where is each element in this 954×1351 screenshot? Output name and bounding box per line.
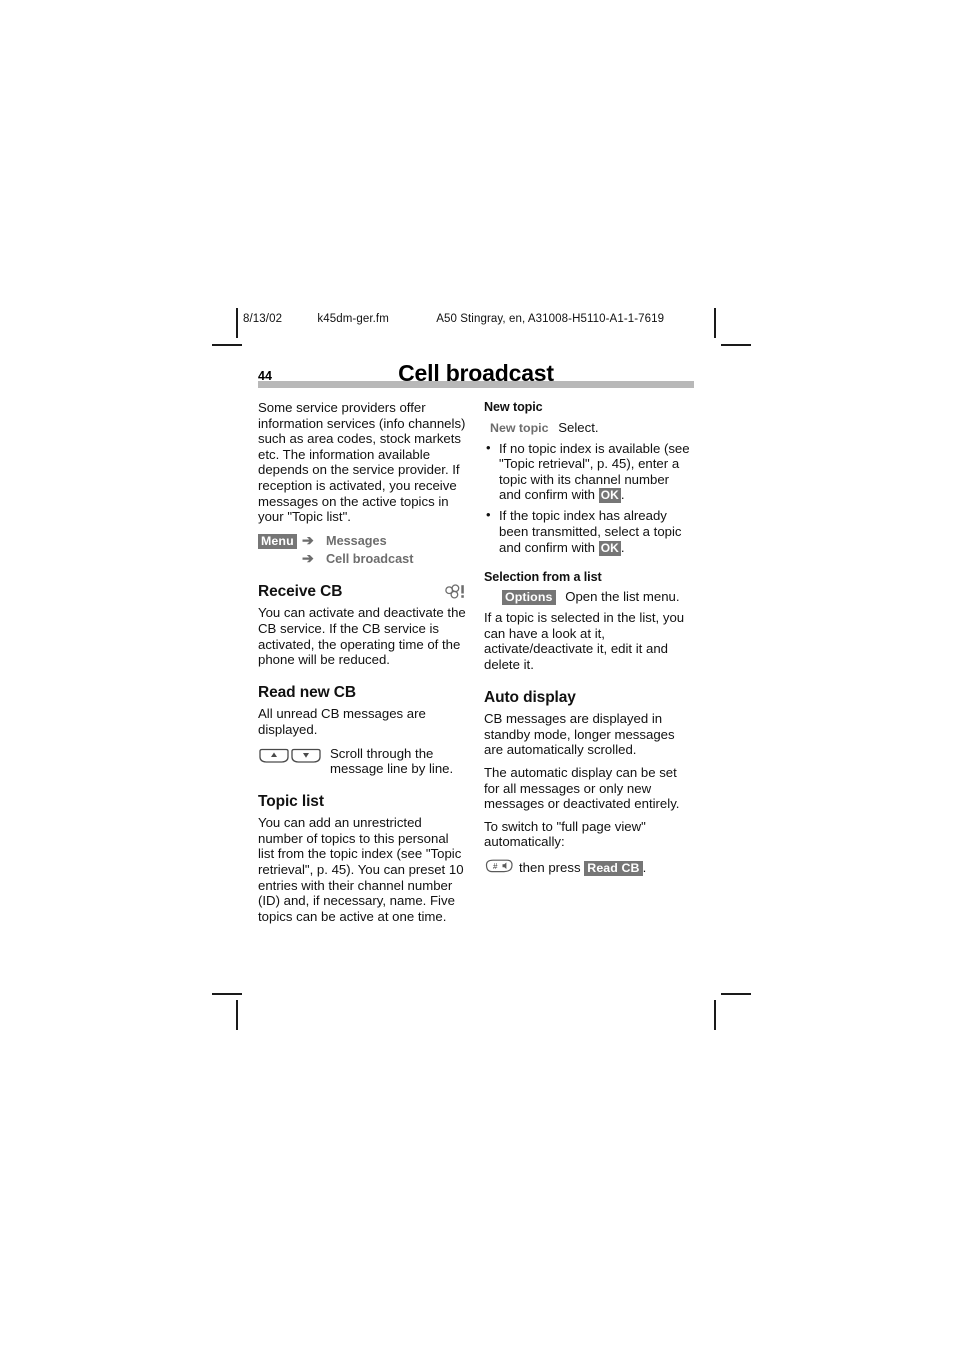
crop-mark-top-left-vertical bbox=[236, 308, 238, 338]
ok-chip-1[interactable]: OK bbox=[598, 488, 621, 504]
rocker-key-up-down-icon[interactable] bbox=[258, 746, 330, 769]
running-header-filename: k45dm-ger.fm bbox=[317, 313, 389, 325]
topic-list-body: You can add an unrestricted number of to… bbox=[258, 815, 464, 924]
section-heading-read-new-cb-label: Read new CB bbox=[258, 683, 356, 701]
right-column: New topic New topic Select. If no topic … bbox=[484, 400, 692, 878]
section-heading-receive-cb-label: Receive CB bbox=[258, 582, 343, 600]
arrow-right-icon-2: ➔ bbox=[302, 549, 314, 566]
menu-softkey-cell: Menu bbox=[258, 533, 302, 549]
bullet-2-text-before: If the topic index has already been tran… bbox=[499, 508, 682, 555]
section-heading-receive-cb: Receive CB bbox=[258, 582, 466, 600]
crop-mark-bottom-left-vertical bbox=[236, 1000, 238, 1030]
crop-mark-top-right-horizontal bbox=[721, 344, 751, 346]
svg-text:#: # bbox=[493, 862, 498, 871]
bullet-1-text-after: . bbox=[620, 487, 625, 503]
hash-key-icon[interactable]: # bbox=[484, 858, 514, 879]
crop-mark-top-left-horizontal bbox=[212, 344, 242, 346]
options-chip[interactable]: Options bbox=[502, 590, 556, 606]
new-topic-softkey-action: Select. bbox=[558, 419, 599, 435]
auto-display-paragraph-3: To switch to "full page view" automatica… bbox=[484, 818, 646, 850]
auto-display-key-line: # then press Read CB. bbox=[484, 858, 692, 879]
new-topic-softkey-line: New topic Select. bbox=[484, 420, 692, 436]
crop-mark-bottom-right-vertical bbox=[714, 1000, 716, 1030]
read-new-cb-body: All unread CB messages are displayed. bbox=[258, 706, 426, 737]
auto-display-key-description: then press Read CB. bbox=[519, 860, 647, 877]
auto-display-paragraph-1: CB messages are displayed in standby mod… bbox=[484, 711, 675, 758]
list-item: If no topic index is available (see "Top… bbox=[484, 440, 692, 504]
crop-mark-bottom-right-horizontal bbox=[721, 993, 751, 995]
running-header-date: 8/13/02 bbox=[243, 313, 283, 325]
section-heading-read-new-cb: Read new CB bbox=[258, 683, 466, 701]
crop-mark-top-right-vertical bbox=[714, 308, 716, 338]
bullet-1-text-before: If no topic index is available (see "Top… bbox=[499, 440, 690, 503]
read-new-cb-key-row: Scroll through the message line by line. bbox=[258, 746, 466, 777]
section-heading-topic-list-label: Topic list bbox=[258, 792, 324, 810]
options-softkey-line: Options Open the list menu. bbox=[484, 589, 692, 606]
section-heading-topic-list: Topic list bbox=[258, 792, 466, 810]
subsection-heading-new-topic: New topic bbox=[484, 400, 543, 414]
receive-cb-body: You can activate and deactivate the CB s… bbox=[258, 605, 466, 668]
left-column: Some service providers offer information… bbox=[258, 400, 466, 924]
ok-chip-2[interactable]: OK bbox=[598, 540, 621, 556]
arrow-right-icon: ➔ bbox=[302, 531, 314, 548]
running-header-doc-id: A50 Stingray, en, A31008-H5110-A1-1-7619 bbox=[436, 313, 665, 325]
menu-item-messages[interactable]: Messages bbox=[326, 533, 387, 549]
selection-from-list-body: If a topic is selected in the list, you … bbox=[484, 610, 685, 672]
section-heading-auto-display-label: Auto display bbox=[484, 688, 576, 706]
section-heading-auto-display: Auto display bbox=[484, 688, 692, 706]
read-new-cb-key-description: Scroll through the message line by line. bbox=[330, 745, 454, 777]
read-cb-chip[interactable]: Read CB bbox=[584, 861, 643, 877]
then-press-text: then press bbox=[519, 860, 581, 876]
subsection-heading-selection-from-list: Selection from a list bbox=[484, 569, 602, 584]
running-header: 8/13/02 k45dm-ger.fm A50 Stingray, en, A… bbox=[243, 313, 703, 325]
title-rule bbox=[258, 381, 694, 388]
list-item: If the topic index has already been tran… bbox=[484, 507, 692, 556]
intro-paragraph: Some service providers offer information… bbox=[258, 400, 466, 525]
menu-path: Menu ➔ Messages ➔ Cell broadcast bbox=[258, 531, 466, 567]
bullet-2-text-after: . bbox=[620, 539, 625, 555]
menu-path-row-messages: Menu ➔ Messages bbox=[258, 531, 466, 549]
cell-broadcast-icon bbox=[444, 584, 466, 606]
crop-mark-bottom-left-horizontal bbox=[212, 993, 242, 995]
new-topic-bullet-list: If no topic index is available (see "Top… bbox=[484, 440, 692, 556]
auto-display-paragraph-2: The automatic display can be set for all… bbox=[484, 764, 680, 812]
menu-key-chip[interactable]: Menu bbox=[258, 533, 297, 549]
menu-path-row-cell-broadcast: ➔ Cell broadcast bbox=[258, 549, 466, 567]
options-chip-action: Open the list menu. bbox=[565, 589, 680, 605]
menu-item-cell-broadcast[interactable]: Cell broadcast bbox=[326, 551, 413, 567]
new-topic-softkey-label[interactable]: New topic bbox=[490, 421, 549, 435]
auto-display-trailing-period: . bbox=[642, 860, 647, 876]
